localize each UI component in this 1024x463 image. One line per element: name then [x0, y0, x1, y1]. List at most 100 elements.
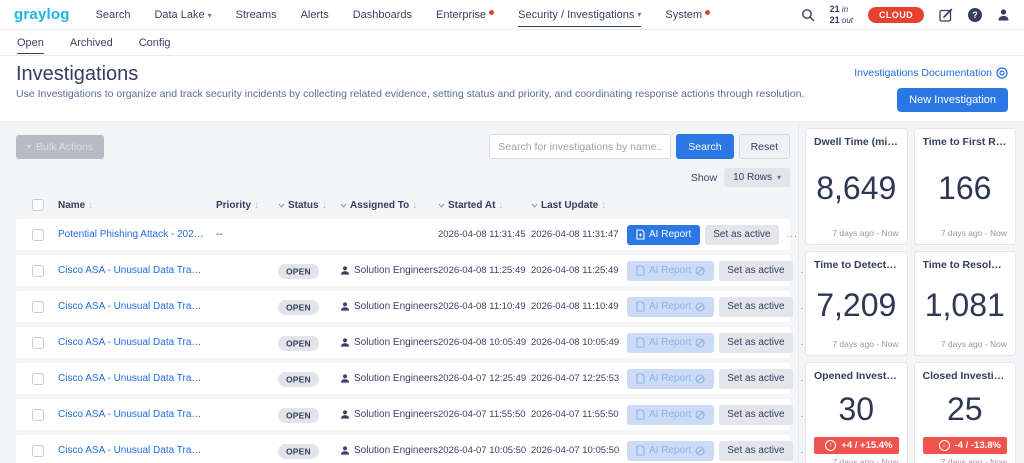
- graylog-logo[interactable]: graylog: [14, 6, 70, 23]
- sort-icon[interactable]: ↓: [322, 200, 327, 211]
- filter-chevron-icon[interactable]: [340, 203, 347, 208]
- nav-item-dashboards[interactable]: Dashboards: [353, 3, 412, 26]
- ai-report-button[interactable]: AI Report: [627, 225, 700, 245]
- trend-up-icon: ↑: [825, 440, 836, 451]
- set-as-active-button[interactable]: Set as active: [719, 333, 792, 353]
- search-input[interactable]: [489, 134, 671, 159]
- page-header-actions: Investigations Documentation New Investi…: [854, 63, 1008, 112]
- assigned-cell: Solution Engineers: [340, 301, 438, 312]
- ai-report-button-disabled[interactable]: AI Report: [627, 261, 714, 281]
- column-header-priority[interactable]: Priority↓: [216, 200, 278, 211]
- metric-title: Dwell Time (minutes): [814, 136, 899, 148]
- ai-report-button-disabled[interactable]: AI Report: [627, 405, 714, 425]
- status-badge: OPEN: [278, 264, 319, 279]
- investigation-name-link[interactable]: Potential Phishing Attack - 2026-04-08: [58, 229, 216, 240]
- status-cell: OPEN: [278, 262, 340, 280]
- team-icon: [340, 338, 350, 347]
- tab-open[interactable]: Open: [17, 32, 44, 54]
- investigation-name-link[interactable]: Cisco ASA - Unusual Data Transfer (Auto …: [58, 337, 216, 348]
- investigation-name-link[interactable]: Cisco ASA - Unusual Data Transfer (Auto …: [58, 409, 216, 420]
- team-icon: [340, 410, 350, 419]
- new-investigation-button[interactable]: New Investigation: [897, 88, 1008, 112]
- select-all-checkbox[interactable]: [32, 199, 44, 211]
- investigation-name-link[interactable]: Cisco ASA - Unusual Data Transfer (Auto …: [58, 265, 216, 276]
- search-button[interactable]: Search: [676, 134, 733, 159]
- sort-icon[interactable]: ↓: [88, 200, 93, 211]
- metric-card-dwell-time[interactable]: Dwell Time (minutes) 8,649 7 days ago - …: [805, 128, 908, 245]
- tab-archived[interactable]: Archived: [70, 32, 113, 53]
- nav-item-security-investigations[interactable]: Security / Investigations▾: [518, 3, 641, 27]
- throughput-indicator[interactable]: 21 in 21 out: [830, 4, 853, 25]
- table-row: Potential Phishing Attack - 2026-04-08 -…: [16, 219, 790, 250]
- row-checkbox[interactable]: [32, 373, 44, 385]
- set-as-active-button[interactable]: Set as active: [705, 225, 778, 245]
- sort-icon[interactable]: ↓: [498, 200, 503, 211]
- metric-title: Time to First Respons...: [923, 136, 1008, 148]
- row-checkbox[interactable]: [32, 229, 44, 241]
- row-checkbox[interactable]: [32, 445, 44, 457]
- filter-chevron-icon[interactable]: [278, 203, 285, 208]
- tab-config[interactable]: Config: [139, 32, 171, 53]
- bulk-actions-button[interactable]: ▾ Bulk Actions: [16, 135, 104, 159]
- content-area: ▾ Bulk Actions Search Reset Show 10 Rows…: [0, 122, 1024, 463]
- user-icon[interactable]: [997, 8, 1010, 21]
- metric-card-time-to-resolve[interactable]: Time to Resolve (minu... 1,081 7 days ag…: [914, 251, 1017, 356]
- metric-card-time-to-first-response[interactable]: Time to First Respons... 166 7 days ago …: [914, 128, 1017, 245]
- sort-icon[interactable]: ↓: [412, 200, 417, 211]
- documentation-link[interactable]: Investigations Documentation: [854, 67, 1008, 79]
- help-icon[interactable]: ?: [968, 8, 982, 22]
- prohibited-icon: [695, 410, 705, 420]
- prohibited-icon: [695, 266, 705, 276]
- search-icon[interactable]: [801, 8, 815, 22]
- table-row: Cisco ASA - Unusual Data Transfer (Auto …: [16, 435, 790, 463]
- nav-item-enterprise[interactable]: Enterprise: [436, 3, 494, 26]
- row-checkbox[interactable]: [32, 337, 44, 349]
- metric-card-opened-investigations[interactable]: Opened Investigations 30 ↑ +4 / +15.4% 7…: [805, 362, 908, 463]
- set-as-active-button[interactable]: Set as active: [719, 297, 792, 317]
- column-header-name[interactable]: Name↓: [58, 200, 216, 211]
- column-header-last-update[interactable]: Last Update↓: [531, 200, 627, 211]
- compose-icon[interactable]: [939, 8, 953, 22]
- column-header-started-at[interactable]: Started At↓: [438, 200, 531, 211]
- metric-range: 7 days ago - Now: [923, 339, 1008, 349]
- set-as-active-button[interactable]: Set as active: [719, 369, 792, 389]
- last-update-cell: 2026-04-08 11:25:49: [531, 265, 627, 276]
- row-checkbox[interactable]: [32, 409, 44, 421]
- nav-item-streams[interactable]: Streams: [236, 3, 277, 26]
- started-at-cell: 2026-04-07 10:05:50: [438, 445, 531, 456]
- filter-chevron-icon[interactable]: [438, 203, 445, 208]
- rows-per-page-selector[interactable]: 10 Rows ▾: [724, 168, 790, 187]
- metric-card-time-to-detect[interactable]: Time to Detect (minutes) 7,209 7 days ag…: [805, 251, 908, 356]
- ai-report-button-disabled[interactable]: AI Report: [627, 333, 714, 353]
- metric-value: 8,649: [814, 170, 899, 207]
- nav-item-system[interactable]: System: [665, 3, 710, 26]
- set-as-active-button[interactable]: Set as active: [719, 405, 792, 425]
- investigation-name-link[interactable]: Cisco ASA - Unusual Data Transfer (Auto …: [58, 445, 216, 456]
- investigation-name-link[interactable]: Cisco ASA - Unusual Data Transfer (Auto …: [58, 301, 216, 312]
- nav-item-alerts[interactable]: Alerts: [301, 3, 329, 26]
- ai-report-button-disabled[interactable]: AI Report: [627, 297, 714, 317]
- prohibited-icon: [695, 446, 705, 456]
- metric-card-closed-investigations[interactable]: Closed Investigations 25 ↓ -4 / -13.8% 7…: [914, 362, 1017, 463]
- nav-item-data-lake[interactable]: Data Lake▾: [154, 3, 211, 26]
- sort-icon[interactable]: ↓: [601, 200, 606, 211]
- column-header-assigned-to[interactable]: Assigned To↓: [340, 200, 438, 211]
- sort-icon[interactable]: ↓: [254, 200, 259, 211]
- investigation-name-link[interactable]: Cisco ASA - Unusual Data Transfer (Auto …: [58, 373, 216, 384]
- row-checkbox[interactable]: [32, 265, 44, 277]
- ai-report-button-disabled[interactable]: AI Report: [627, 441, 714, 461]
- column-header-status[interactable]: Status↓: [278, 200, 340, 211]
- nav-item-search[interactable]: Search: [96, 3, 131, 26]
- chevron-down-icon: ▾: [637, 10, 641, 19]
- metric-value: 1,081: [923, 287, 1008, 324]
- trend-badge: ↓ -4 / -13.8%: [923, 437, 1008, 454]
- set-as-active-button[interactable]: Set as active: [719, 261, 792, 281]
- row-checkbox[interactable]: [32, 301, 44, 313]
- last-update-cell: 2026-04-07 10:05:50: [531, 445, 627, 456]
- set-as-active-button[interactable]: Set as active: [719, 441, 792, 461]
- filter-chevron-icon[interactable]: [531, 203, 538, 208]
- reset-button[interactable]: Reset: [739, 134, 790, 159]
- assigned-cell: Solution Engineers: [340, 409, 438, 420]
- ai-report-button-disabled[interactable]: AI Report: [627, 369, 714, 389]
- metric-cards: Dwell Time (minutes) 8,649 7 days ago - …: [805, 128, 1016, 463]
